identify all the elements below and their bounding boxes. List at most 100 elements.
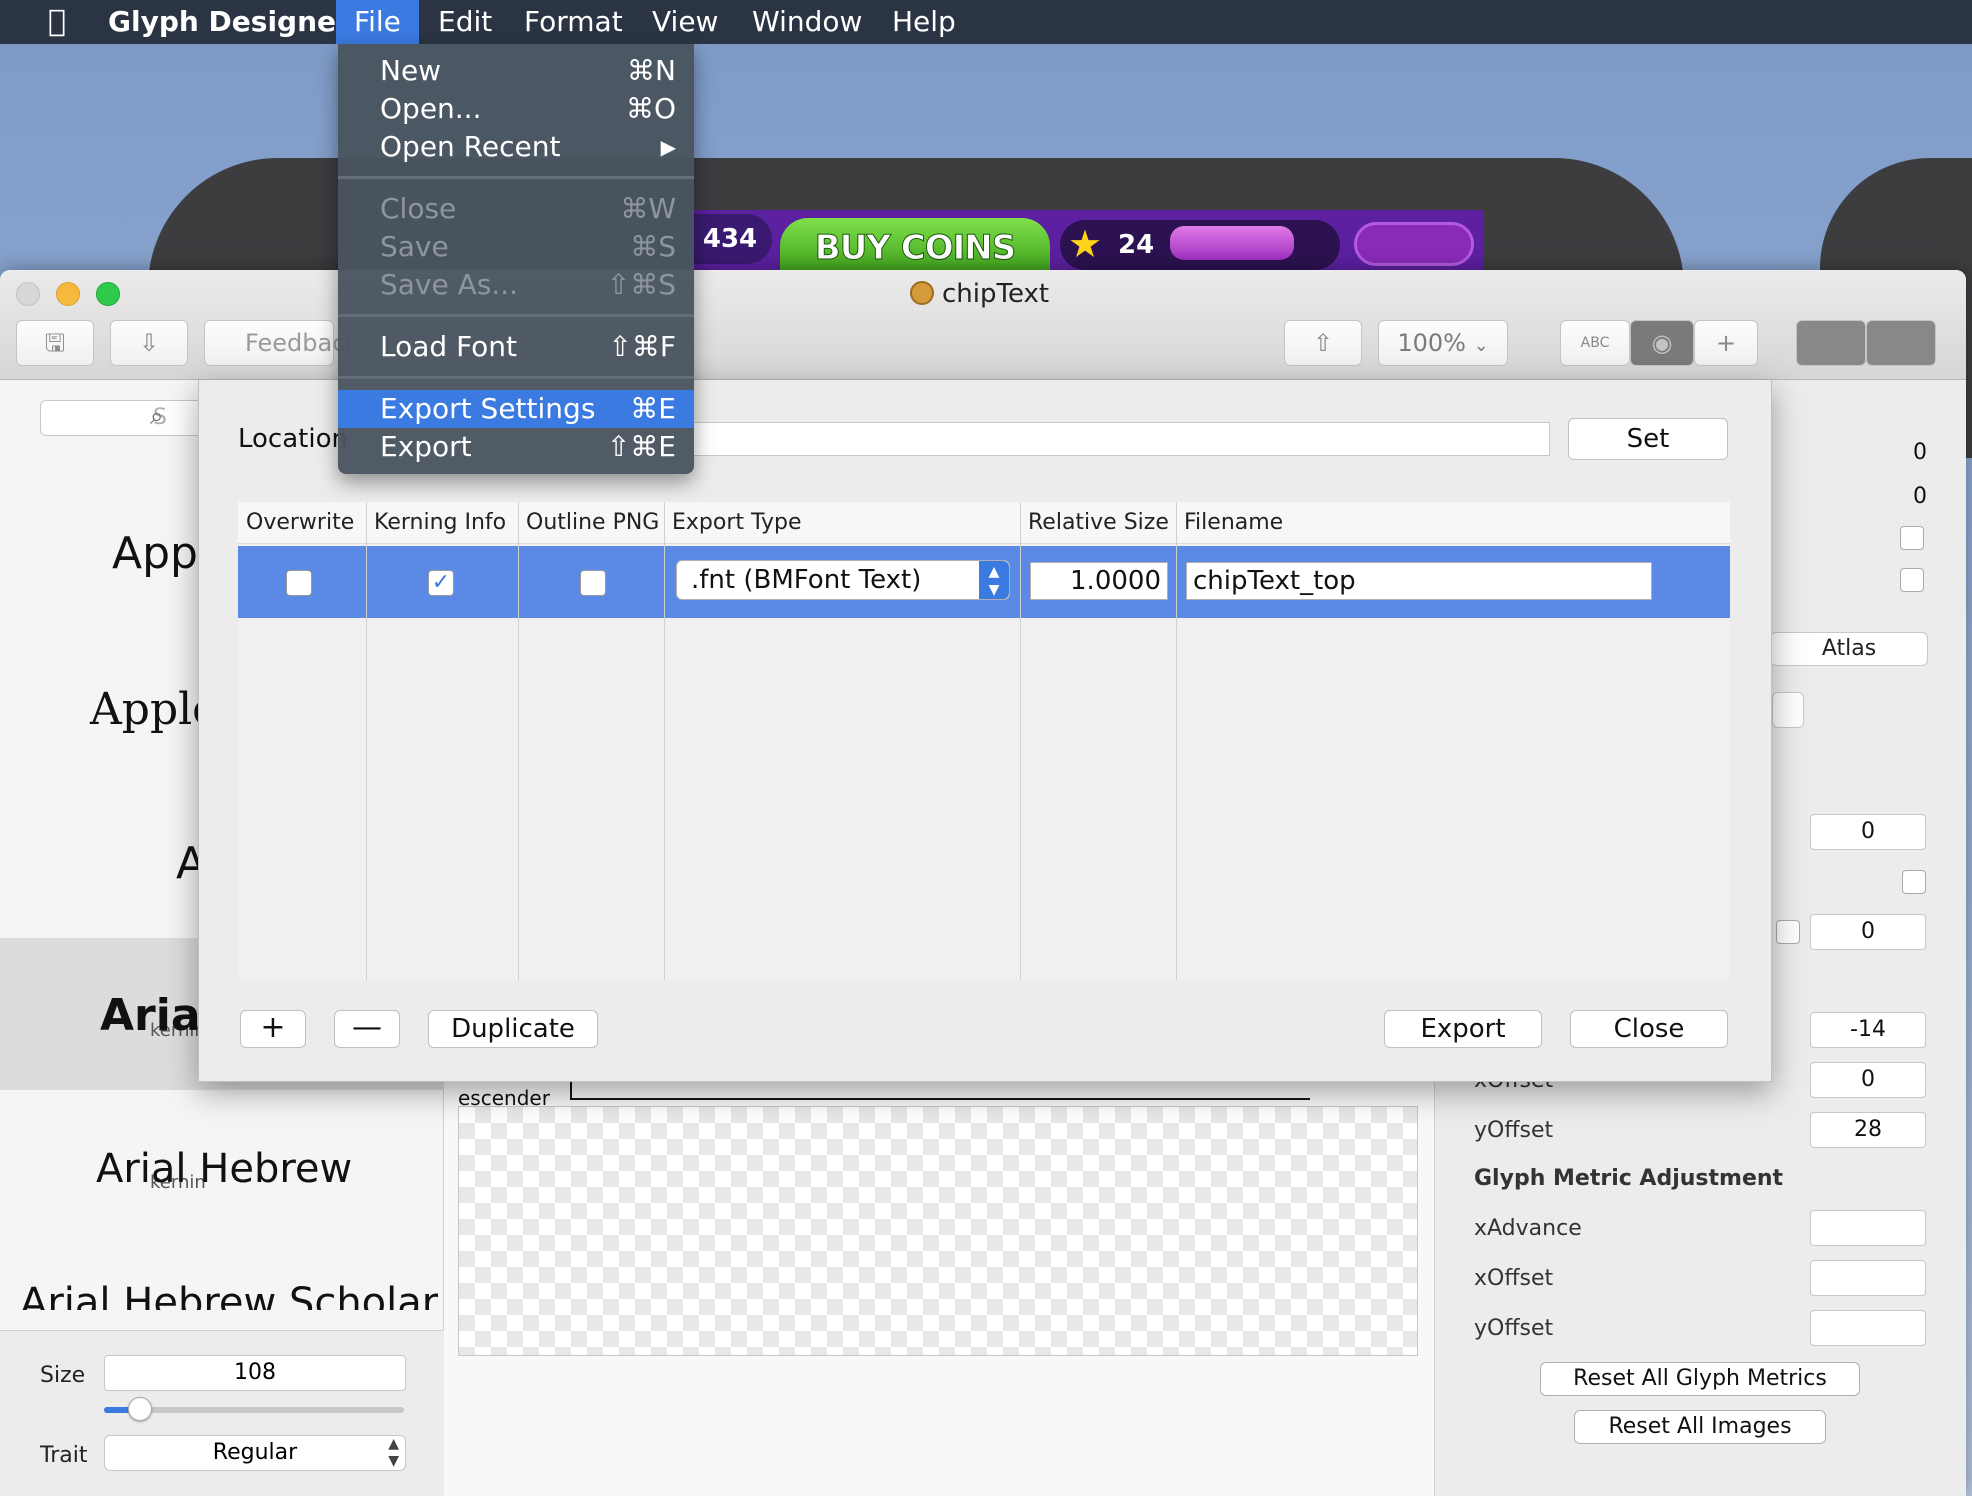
menu-file[interactable]: File <box>336 0 419 44</box>
filename-field[interactable]: chipText_top <box>1186 562 1652 600</box>
menu-item-export-settings[interactable]: Export Settings ⌘E <box>338 390 694 428</box>
inspector-checkbox[interactable] <box>1776 920 1800 944</box>
yoffset-field[interactable] <box>1810 1310 1926 1346</box>
menu-window[interactable]: Window <box>734 0 880 44</box>
menu-view[interactable]: View <box>634 0 736 44</box>
coin-count: 434 <box>688 214 772 264</box>
xadvance-label: xAdvance <box>1474 1216 1582 1241</box>
inspector-checkbox[interactable] <box>1900 526 1924 550</box>
star-progress-bar <box>1170 226 1294 260</box>
atlas-field[interactable] <box>1772 692 1804 728</box>
abc-preview-button[interactable]: ABC <box>1560 320 1630 366</box>
location-label: Location <box>238 424 348 454</box>
inspector-checkbox[interactable] <box>1902 870 1926 894</box>
column-divider <box>664 502 665 980</box>
yoffset-field[interactable]: 28 <box>1810 1112 1926 1148</box>
set-location-button[interactable]: Set <box>1568 418 1728 460</box>
eye-icon[interactable]: ◉ <box>1630 320 1694 366</box>
column-header-kerning-info[interactable]: Kerning Info <box>366 502 518 544</box>
trait-select[interactable]: Regular ▲ ▼ <box>104 1435 406 1471</box>
size-field[interactable]: 108 <box>104 1355 406 1391</box>
column-header-overwrite[interactable]: Overwrite <box>238 502 366 544</box>
menu-item-shortcut: ⌘E <box>630 392 676 425</box>
document-icon <box>910 281 934 305</box>
search-icon: ⌕ <box>150 402 164 430</box>
window-minimize-button[interactable] <box>56 282 80 306</box>
font-search-input[interactable]: S <box>40 400 220 436</box>
menu-item-label: Load Font <box>380 330 518 363</box>
kerning-info-checkbox[interactable]: ✓ <box>428 570 454 596</box>
menu-separator <box>338 314 694 317</box>
size-slider-knob[interactable] <box>128 1397 152 1421</box>
feedback-button[interactable]: Feedback <box>204 320 359 366</box>
window-zoom-button[interactable] <box>96 282 120 306</box>
menu-item-save-as: Save As... ⇧⌘S <box>338 266 694 304</box>
menu-item-open-recent[interactable]: Open Recent ▶ <box>338 128 694 166</box>
menu-edit[interactable]: Edit <box>420 0 510 44</box>
plus-icon[interactable]: + <box>1694 320 1758 366</box>
export-type-value: .fnt (BMFont Text) <box>691 565 922 595</box>
chevron-updown-icon: ▲ ▼ <box>979 561 1009 599</box>
export-type-select[interactable]: .fnt (BMFont Text) ▲ ▼ <box>676 560 1010 600</box>
trait-value: Regular <box>212 1440 298 1465</box>
trait-label: Trait <box>40 1443 88 1468</box>
inspector-field[interactable]: 0 <box>1810 814 1926 850</box>
inspector-checkbox[interactable] <box>1900 568 1924 592</box>
app-menu[interactable]: Glyph Designer <box>90 0 368 44</box>
font-list-item[interactable]: Arial Hebrew Scholar <box>20 1280 438 1310</box>
column-divider <box>366 502 367 980</box>
xadvance-field[interactable] <box>1810 1210 1926 1246</box>
size-label: Size <box>40 1363 86 1388</box>
column-header-outline-png[interactable]: Outline PNG <box>518 502 664 544</box>
menu-item-label: Save As... <box>380 268 519 301</box>
glyph-metric-adjustment-title: Glyph Metric Adjustment <box>1474 1166 1784 1191</box>
advance-field[interactable]: -14 <box>1810 1012 1926 1048</box>
submenu-arrow-icon: ▶ <box>660 135 676 159</box>
remove-row-button[interactable]: — <box>334 1010 400 1048</box>
close-button[interactable]: Close <box>1570 1010 1728 1048</box>
left-sidebar-toggle-icon[interactable] <box>1796 320 1866 366</box>
menu-item-label: Save <box>380 230 449 263</box>
relative-size-field[interactable]: 1.0000 <box>1030 562 1168 600</box>
menu-format[interactable]: Format <box>506 0 641 44</box>
location-field[interactable] <box>690 422 1550 456</box>
save-icon[interactable]: 🖫 <box>16 320 94 366</box>
add-row-button[interactable]: + <box>240 1010 306 1048</box>
right-sidebar-toggle-icon[interactable] <box>1866 320 1936 366</box>
glyph-preview-canvas[interactable] <box>458 1106 1418 1356</box>
xoffset-field[interactable]: 0 <box>1810 1062 1926 1098</box>
menu-item-export[interactable]: Export ⇧⌘E <box>338 428 694 466</box>
star-icon: ★ <box>1068 222 1103 266</box>
zoom-select[interactable]: 100% ⌄ <box>1378 320 1508 366</box>
atlas-button[interactable]: Atlas <box>1770 632 1928 666</box>
column-header-relative-size[interactable]: Relative Size <box>1020 502 1176 544</box>
menu-separator <box>338 376 694 379</box>
menu-item-shortcut: ⇧⌘F <box>608 330 676 363</box>
menu-item-open[interactable]: Open... ⌘O <box>338 90 694 128</box>
import-icon[interactable]: ⇩ <box>110 320 188 366</box>
game-video-button <box>1354 222 1474 266</box>
overwrite-checkbox[interactable] <box>286 570 312 596</box>
menu-item-load-font[interactable]: Load Font ⇧⌘F <box>338 328 694 366</box>
inspector-field[interactable]: 0 <box>1810 914 1926 950</box>
inspector-value: 0 <box>1913 440 1927 465</box>
menu-item-label: Open... <box>380 92 482 125</box>
font-list-item[interactable]: Arial Hebrew <box>96 1146 352 1192</box>
column-header-export-type[interactable]: Export Type <box>664 502 1020 544</box>
xoffset-field[interactable] <box>1810 1260 1926 1296</box>
column-header-filename[interactable]: Filename <box>1176 502 1730 544</box>
menu-item-save: Save ⌘S <box>338 228 694 266</box>
menu-item-shortcut: ⇧⌘E <box>606 430 676 463</box>
window-close-button[interactable] <box>16 282 40 306</box>
reset-images-button[interactable]: Reset All Images <box>1574 1410 1826 1444</box>
menu-item-new[interactable]: New ⌘N <box>338 52 694 90</box>
apple-menu-icon[interactable]:  <box>30 0 84 44</box>
duplicate-button[interactable]: Duplicate <box>428 1010 598 1048</box>
menu-help[interactable]: Help <box>874 0 974 44</box>
menu-item-shortcut: ⇧⌘S <box>606 268 676 301</box>
export-button[interactable]: Export <box>1384 1010 1542 1048</box>
outline-png-checkbox[interactable] <box>580 570 606 596</box>
column-divider <box>1176 502 1177 980</box>
share-icon[interactable]: ⇧ <box>1284 320 1362 366</box>
reset-glyph-metrics-button[interactable]: Reset All Glyph Metrics <box>1540 1362 1860 1396</box>
